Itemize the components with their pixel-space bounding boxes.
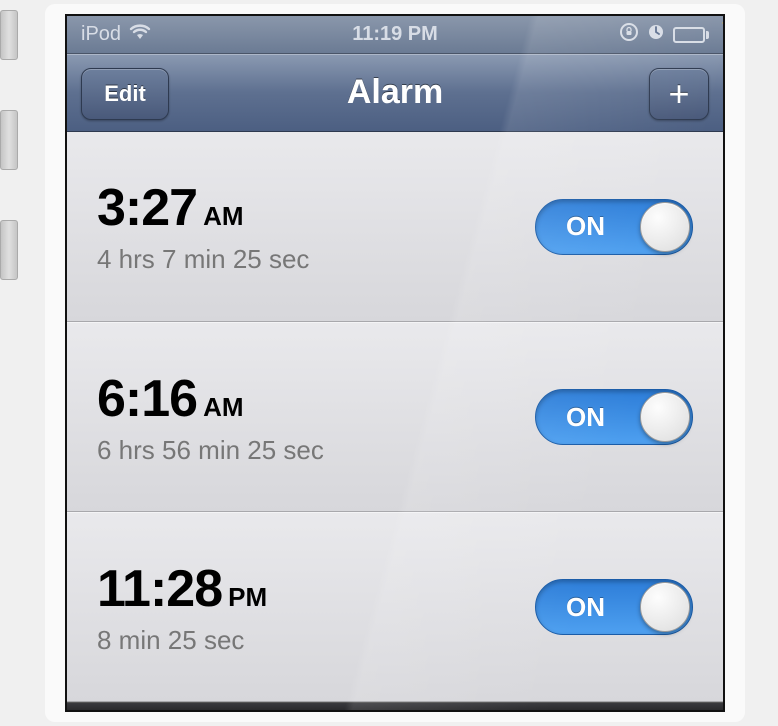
battery-icon: ⚡ (673, 27, 709, 43)
alarm-toggle[interactable]: ON (535, 389, 693, 445)
alarm-time: 3:27 (97, 178, 197, 238)
add-button[interactable]: + (649, 68, 709, 120)
alarm-status-icon (647, 23, 665, 47)
alarm-toggle[interactable]: ON (535, 199, 693, 255)
alarm-period: AM (203, 392, 243, 423)
toggle-knob (640, 202, 690, 252)
alarm-countdown: 6 hrs 56 min 25 sec (97, 435, 324, 466)
page-title: Alarm (347, 73, 443, 112)
device-volume-up (0, 110, 18, 170)
device-silent-switch (0, 10, 18, 60)
wifi-icon (129, 23, 151, 46)
alarm-row[interactable]: 6:16 AM 6 hrs 56 min 25 sec ON (67, 322, 723, 512)
alarm-row[interactable]: 3:27 AM 4 hrs 7 min 25 sec ON (67, 132, 723, 322)
toggle-on-label: ON (566, 211, 605, 242)
orientation-lock-icon (619, 22, 639, 48)
plus-icon: + (668, 73, 689, 115)
alarm-list: 3:27 AM 4 hrs 7 min 25 sec ON 6:16 (67, 132, 723, 702)
bottom-edge (67, 702, 723, 712)
alarm-countdown: 8 min 25 sec (97, 625, 267, 656)
edit-button-label: Edit (104, 81, 146, 107)
alarm-time: 11:28 (97, 559, 222, 619)
alarm-countdown: 4 hrs 7 min 25 sec (97, 244, 309, 275)
edit-button[interactable]: Edit (81, 68, 169, 120)
alarm-toggle[interactable]: ON (535, 579, 693, 635)
toggle-on-label: ON (566, 402, 605, 433)
alarm-period: PM (228, 582, 267, 613)
toggle-knob (640, 392, 690, 442)
status-bar: iPod 11:19 PM (67, 16, 723, 54)
toggle-on-label: ON (566, 592, 605, 623)
status-time: 11:19 PM (352, 23, 438, 45)
toggle-knob (640, 582, 690, 632)
alarm-time: 6:16 (97, 369, 197, 429)
device-name-label: iPod (81, 23, 121, 46)
alarm-row[interactable]: 11:28 PM 8 min 25 sec ON (67, 512, 723, 702)
nav-bar: Edit Alarm + (67, 54, 723, 132)
alarm-period: AM (203, 201, 243, 232)
device-volume-down (0, 220, 18, 280)
